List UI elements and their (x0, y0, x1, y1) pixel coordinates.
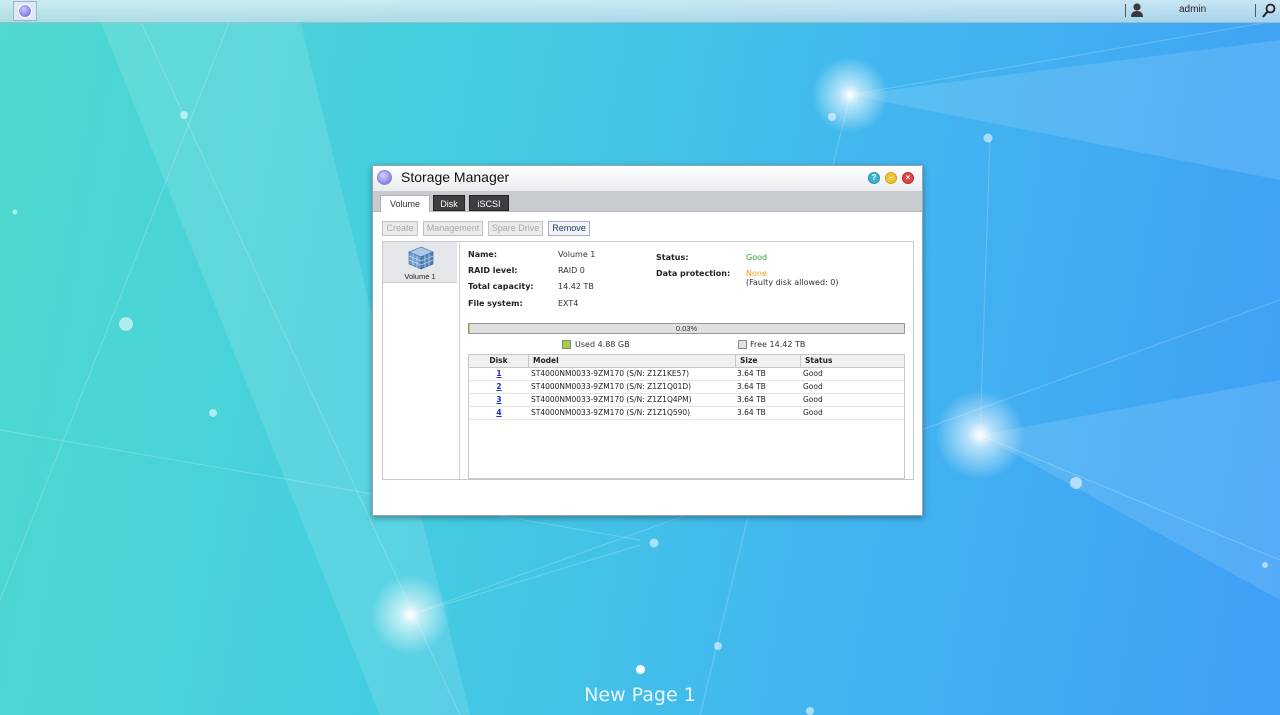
data-protection-label: Data protection: (656, 269, 731, 278)
tab-iscsi[interactable]: iSCSI (469, 195, 509, 211)
free-legend-swatch (738, 340, 747, 349)
main-menu-button[interactable] (13, 1, 37, 21)
tab-volume[interactable]: Volume (380, 195, 430, 212)
status-value: Good (746, 253, 768, 262)
page-indicator-dot[interactable] (636, 665, 645, 674)
close-icon: × (905, 173, 911, 182)
disk-number-link[interactable]: 1 (496, 369, 501, 378)
spare-drive-button[interactable]: Spare Drive (488, 221, 543, 236)
taskbar-divider (1125, 4, 1126, 17)
disk-number-link[interactable]: 4 (496, 408, 501, 417)
tab-bar: Volume Disk iSCSI (373, 191, 922, 212)
search-icon[interactable] (1262, 3, 1276, 18)
disk-number-cell: 2 (469, 381, 529, 393)
table-row[interactable]: 3 ST4000NM0033-9ZM170 (S/N: Z1Z1Q4PM) 3.64… (469, 394, 904, 407)
disk-model-cell: ST4000NM0033-9ZM170 (S/N: Z1Z1Q590) (531, 408, 691, 417)
total-capacity-value: 14.42 TB (558, 282, 594, 291)
create-button[interactable]: Create (382, 221, 418, 236)
help-icon: ? (871, 173, 877, 182)
table-row[interactable]: 1 ST4000NM0033-9ZM170 (S/N: Z1Z1KE57) 3.64… (469, 368, 904, 381)
disk-status-cell: Good (803, 408, 823, 417)
disk-model-cell: ST4000NM0033-9ZM170 (S/N: Z1Z1KE57) (531, 369, 690, 378)
column-header-model[interactable]: Model (529, 355, 736, 367)
column-header-size[interactable]: Size (736, 355, 801, 367)
data-protection-value: None (746, 269, 767, 278)
disk-size-cell: 3.64 TB (737, 395, 766, 404)
disk-number-cell: 1 (469, 368, 529, 380)
disk-number-link[interactable]: 3 (496, 395, 501, 404)
disk-number-cell: 4 (469, 407, 529, 419)
window-title: Storage Manager (401, 169, 510, 185)
username-label[interactable]: admin (1179, 4, 1206, 15)
disk-status-cell: Good (803, 382, 823, 391)
app-launcher-icon (18, 4, 32, 18)
minimize-icon: − (888, 173, 894, 182)
table-row[interactable]: 4 ST4000NM0033-9ZM170 (S/N: Z1Z1Q590) 3.64… (469, 407, 904, 420)
tab-disk[interactable]: Disk (433, 195, 465, 211)
faulty-disk-note: (Faulty disk allowed: 0) (746, 278, 839, 287)
volume-list-item-label: Volume 1 (404, 272, 436, 281)
name-value: Volume 1 (558, 250, 596, 259)
usage-progress-bar: 0.03% (468, 323, 905, 334)
used-legend-label: Used 4.88 GB (575, 340, 630, 349)
disk-status-cell: Good (803, 369, 823, 378)
volume-cube-icon (408, 246, 434, 270)
help-button[interactable]: ? (868, 172, 880, 184)
disk-number-cell: 3 (469, 394, 529, 406)
disk-status-cell: Good (803, 395, 823, 404)
column-header-disk[interactable]: Disk (469, 355, 529, 367)
management-button[interactable]: Management (423, 221, 483, 236)
name-label: Name: (468, 250, 498, 259)
window-titlebar[interactable]: Storage Manager ? − × (373, 166, 922, 191)
disk-table-header: Disk Model Size Status (469, 355, 904, 368)
disk-model-cell: ST4000NM0033-9ZM170 (S/N: Z1Z1Q01D) (531, 382, 692, 391)
storage-manager-window: Storage Manager ? − × Volume Disk iSCSI … (372, 165, 923, 516)
disk-size-cell: 3.64 TB (737, 369, 766, 378)
remove-button[interactable]: Remove (548, 221, 590, 236)
file-system-value: EXT4 (558, 299, 579, 308)
disk-size-cell: 3.64 TB (737, 408, 766, 417)
disk-number-link[interactable]: 2 (496, 382, 501, 391)
used-legend-swatch (562, 340, 571, 349)
column-header-status[interactable]: Status (801, 355, 904, 367)
free-legend-label: Free 14.42 TB (750, 340, 806, 349)
disk-size-cell: 3.64 TB (737, 382, 766, 391)
taskbar-divider (1255, 4, 1256, 17)
user-icon[interactable] (1130, 2, 1144, 18)
table-row[interactable]: 2 ST4000NM0033-9ZM170 (S/N: Z1Z1Q01D) 3.64… (469, 381, 904, 394)
taskbar: admin (0, 0, 1280, 23)
volume-list-item[interactable]: Volume 1 (383, 242, 457, 283)
raid-level-value: RAID 0 (558, 266, 585, 275)
total-capacity-label: Total capacity: (468, 282, 534, 291)
volume-list: Volume 1 (383, 242, 460, 479)
volume-panel: Volume 1 Name: Volume 1 RAID level: RAID… (382, 241, 914, 480)
disk-model-cell: ST4000NM0033-9ZM170 (S/N: Z1Z1Q4PM) (531, 395, 692, 404)
minimize-button[interactable]: − (885, 172, 897, 184)
desktop-page-label: New Page 1 (584, 684, 696, 706)
close-button[interactable]: × (902, 172, 914, 184)
status-label: Status: (656, 253, 689, 262)
disk-table: Disk Model Size Status 1 ST4000NM0033-9ZM… (468, 354, 905, 479)
storage-manager-icon (377, 170, 392, 185)
raid-level-label: RAID level: (468, 266, 518, 275)
file-system-label: File system: (468, 299, 523, 308)
usage-percent: 0.03% (675, 324, 698, 333)
